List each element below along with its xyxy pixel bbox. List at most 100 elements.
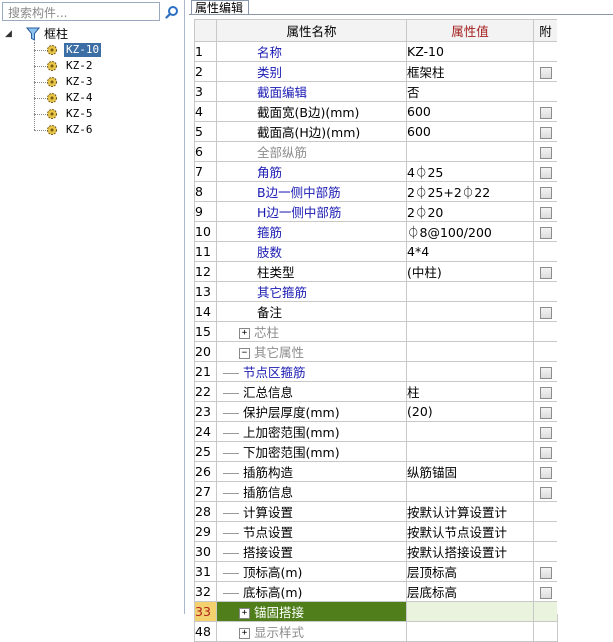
property-name-cell[interactable]: 节点设置 — [216, 521, 407, 542]
property-name-cell[interactable]: 底标高(m) — [216, 581, 407, 602]
property-row[interactable]: 12 柱类型 (中柱) — [194, 261, 558, 282]
property-value[interactable]: 600 — [406, 121, 534, 142]
property-row[interactable]: 28 计算设置 按默认计算设置计 — [194, 501, 558, 522]
property-name-cell[interactable]: 名称 — [216, 41, 407, 62]
header-name[interactable]: 属性名称 — [216, 19, 407, 42]
property-name-cell[interactable]: + 芯柱 — [216, 321, 407, 342]
property-row[interactable]: 6 全部纵筋 — [194, 141, 558, 162]
property-name-cell[interactable]: 角筋 — [216, 161, 407, 182]
property-row[interactable]: 30 搭接设置 按默认搭接设置计 — [194, 541, 558, 562]
property-row[interactable]: 13 其它箍筋 — [194, 281, 558, 302]
property-value[interactable] — [406, 441, 534, 462]
property-value[interactable]: 2⏀20 — [406, 201, 534, 222]
property-value[interactable] — [406, 601, 534, 622]
attach-checkbox[interactable] — [539, 266, 552, 279]
property-name-cell[interactable]: 计算设置 — [216, 501, 407, 522]
property-row[interactable]: 24 上加密范围(mm) — [194, 421, 558, 442]
property-value[interactable] — [406, 481, 534, 502]
property-value[interactable]: 按默认搭接设置计 — [406, 541, 534, 562]
expand-icon[interactable]: + — [239, 628, 250, 639]
property-row[interactable]: 33 + 锚固搭接 — [194, 601, 558, 622]
property-name-cell[interactable]: 保护层厚度(mm) — [216, 401, 407, 422]
property-value[interactable] — [406, 321, 534, 342]
property-value[interactable]: KZ-10 — [406, 41, 534, 62]
tree-item-kz2[interactable]: KZ-2 — [0, 58, 184, 74]
property-value[interactable]: 柱 — [406, 381, 534, 402]
property-value[interactable]: 4*4 — [406, 241, 534, 262]
property-name-cell[interactable]: 截面宽(B边)(mm) — [216, 101, 407, 122]
property-name-cell[interactable]: 搭接设置 — [216, 541, 407, 562]
property-row[interactable]: 20− 其它属性 — [194, 341, 558, 362]
property-value[interactable]: 层顶标高 — [406, 561, 534, 582]
property-name-cell[interactable]: + 显示样式 — [216, 621, 407, 642]
property-row[interactable]: 2 类别 框架柱 — [194, 61, 558, 82]
attach-checkbox[interactable] — [539, 366, 552, 379]
property-value[interactable] — [406, 301, 534, 322]
property-value[interactable] — [406, 281, 534, 302]
property-name-cell[interactable]: 插筋构造 — [216, 461, 407, 482]
property-row[interactable]: 31 顶标高(m) 层顶标高 — [194, 561, 558, 582]
property-name-cell[interactable]: B边一侧中部筋 — [216, 181, 407, 202]
property-value[interactable]: 按默认计算设置计 — [406, 501, 534, 522]
property-row[interactable]: 5 截面高(H边)(mm) 600 — [194, 121, 558, 142]
attach-checkbox[interactable] — [539, 106, 552, 119]
property-row[interactable]: 10 箍筋 ⏀8@100/200 — [194, 221, 558, 242]
property-row[interactable]: 21 节点区箍筋 — [194, 361, 558, 382]
property-value[interactable]: 层底标高 — [406, 581, 534, 602]
property-value[interactable]: (中柱) — [406, 261, 534, 282]
property-name-cell[interactable]: + 锚固搭接 — [216, 601, 407, 622]
attach-checkbox[interactable] — [539, 446, 552, 459]
property-name-cell[interactable]: 上加密范围(mm) — [216, 421, 407, 442]
property-row[interactable]: 23 保护层厚度(mm) (20) — [194, 401, 558, 422]
tree-item-kz3[interactable]: KZ-3 — [0, 74, 184, 90]
attach-checkbox[interactable] — [539, 186, 552, 199]
attach-checkbox[interactable] — [539, 426, 552, 439]
property-name-cell[interactable]: H边一侧中部筋 — [216, 201, 407, 222]
property-name-cell[interactable]: 备注 — [216, 301, 407, 322]
property-row[interactable]: 3 截面编辑 否 — [194, 81, 558, 102]
attach-checkbox[interactable] — [539, 166, 552, 179]
search-input[interactable] — [6, 4, 160, 21]
attach-checkbox[interactable] — [539, 386, 552, 399]
property-name-cell[interactable]: 下加密范围(mm) — [216, 441, 407, 462]
property-row[interactable]: 14 备注 — [194, 301, 558, 322]
property-value[interactable]: 框架柱 — [406, 61, 534, 82]
property-row[interactable]: 8 B边一侧中部筋 2⏀25+2⏀22 — [194, 181, 558, 202]
property-value[interactable] — [406, 361, 534, 382]
search-button[interactable] — [162, 2, 182, 21]
property-name-cell[interactable]: 柱类型 — [216, 261, 407, 282]
property-name-cell[interactable]: 顶标高(m) — [216, 561, 407, 582]
property-value[interactable]: 4⏀25 — [406, 161, 534, 182]
tree-item-kz5[interactable]: KZ-5 — [0, 106, 184, 122]
property-row[interactable]: 9 H边一侧中部筋 2⏀20 — [194, 201, 558, 222]
property-row[interactable]: 4 截面宽(B边)(mm) 600 — [194, 101, 558, 122]
property-value[interactable] — [406, 621, 534, 642]
attach-checkbox[interactable] — [539, 466, 552, 479]
property-value[interactable] — [406, 141, 534, 162]
property-row[interactable]: 22 汇总信息 柱 — [194, 381, 558, 402]
property-name-cell[interactable]: 其它箍筋 — [216, 281, 407, 302]
property-name-cell[interactable]: 汇总信息 — [216, 381, 407, 402]
property-row[interactable]: 7 角筋 4⏀25 — [194, 161, 558, 182]
expand-icon[interactable]: + — [239, 328, 250, 339]
tree-item-kz6[interactable]: KZ-6 — [0, 122, 184, 138]
property-name-cell[interactable]: − 其它属性 — [216, 341, 407, 362]
property-row[interactable]: 26 插筋构造 纵筋锚固 — [194, 461, 558, 482]
attach-checkbox[interactable] — [539, 566, 552, 579]
property-value[interactable]: 2⏀25+2⏀22 — [406, 181, 534, 202]
attach-checkbox[interactable] — [539, 586, 552, 599]
property-value[interactable]: ⏀8@100/200 — [406, 221, 534, 242]
header-value[interactable]: 属性值 — [406, 19, 534, 42]
property-value[interactable]: 纵筋锚固 — [406, 461, 534, 482]
collapse-icon[interactable]: − — [239, 348, 250, 359]
property-row[interactable]: 15 + 芯柱 — [194, 321, 558, 342]
attach-checkbox[interactable] — [539, 486, 552, 499]
property-name-cell[interactable]: 截面高(H边)(mm) — [216, 121, 407, 142]
property-value[interactable] — [406, 341, 534, 362]
collapse-arrow-icon[interactable]: ◢ — [5, 26, 12, 42]
tree-item-kz4[interactable]: KZ-4 — [0, 90, 184, 106]
property-name-cell[interactable]: 截面编辑 — [216, 81, 407, 102]
property-name-cell[interactable]: 类别 — [216, 61, 407, 82]
property-name-cell[interactable]: 肢数 — [216, 241, 407, 262]
property-name-cell[interactable]: 箍筋 — [216, 221, 407, 242]
